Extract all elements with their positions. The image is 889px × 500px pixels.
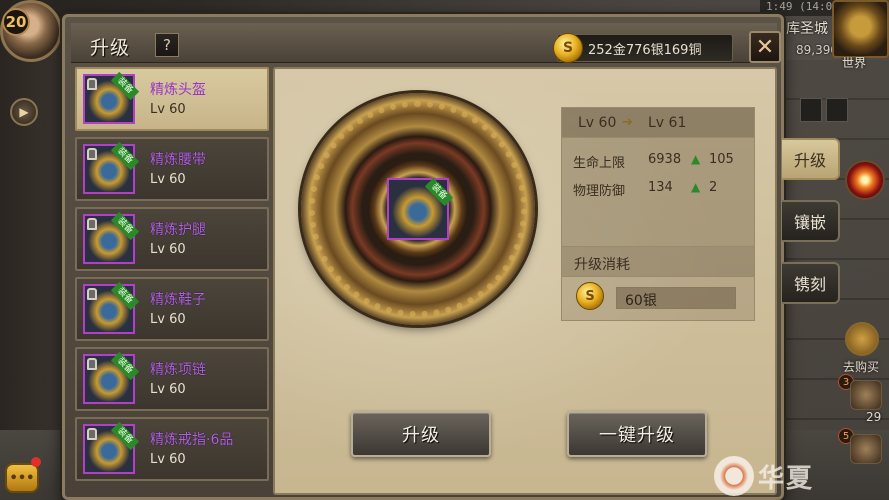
item-name: 精炼腰带 bbox=[150, 152, 206, 168]
lock-icon bbox=[87, 148, 97, 160]
watermark-text: 华夏 bbox=[758, 464, 815, 494]
resource-count: 29 bbox=[866, 410, 882, 424]
world-label: 世界 bbox=[842, 56, 867, 70]
equipment-medallion: 装备 bbox=[301, 93, 535, 325]
boots-icon: 装备 bbox=[83, 281, 140, 334]
increase-arrow-icon: ▲ bbox=[691, 152, 701, 166]
gold-coin-icon: S bbox=[553, 33, 583, 63]
city-name: 库圣城 bbox=[786, 21, 828, 37]
upgrade-button[interactable]: 升级 bbox=[351, 411, 491, 457]
selected-helmet-icon[interactable]: 装备 bbox=[387, 177, 454, 240]
equipped-tag: 装备 bbox=[110, 211, 140, 241]
upgrade-dialog: 升级 ? S 252金776银169铜 ✕ 装备 精炼头盔 Lv 60 装备 精… bbox=[62, 14, 784, 500]
stat-label: 物理防御 bbox=[573, 184, 626, 199]
stat-row-hp: 生命上限 6938 ▲ 105 bbox=[573, 152, 734, 171]
cost-title: 升级消耗 bbox=[561, 247, 755, 277]
item-level: Lv 60 bbox=[150, 172, 186, 187]
item-name: 精炼护腿 bbox=[150, 222, 206, 238]
equipped-tag: 装备 bbox=[110, 351, 140, 381]
stat-row-defense: 物理防御 134 ▲ 2 bbox=[573, 180, 717, 199]
lock-icon bbox=[87, 78, 97, 90]
list-item-ring[interactable]: 装备 精炼戒指·6品 Lv 60 bbox=[75, 417, 269, 481]
lock-icon bbox=[87, 428, 97, 440]
ring-icon: 装备 bbox=[83, 421, 140, 474]
tab-upgrade[interactable]: 升级 bbox=[782, 138, 840, 180]
necklace-icon: 装备 bbox=[83, 351, 140, 404]
increase-arrow-icon: ▲ bbox=[691, 180, 701, 194]
list-item-necklace[interactable]: 装备 精炼项链 Lv 60 bbox=[75, 347, 269, 411]
silver-coin-icon: S bbox=[576, 282, 604, 310]
dialog-title: 升级 bbox=[90, 37, 131, 59]
level-from: Lv 60 bbox=[578, 115, 617, 131]
quick-slot[interactable] bbox=[800, 98, 822, 122]
level-to: Lv 61 bbox=[648, 115, 687, 131]
chat-menu-button[interactable]: ••• bbox=[5, 457, 41, 493]
lock-icon bbox=[87, 358, 97, 370]
resource-item-icon[interactable] bbox=[850, 380, 882, 410]
chat-button-label: ••• bbox=[9, 470, 35, 486]
equipped-tag: 装备 bbox=[110, 281, 140, 311]
helmet-icon: 装备 bbox=[83, 71, 140, 124]
close-button[interactable]: ✕ bbox=[749, 31, 781, 63]
upgrade-detail-panel: 装备 Lv 60 ➔ Lv 61 生命上限 6938 ▲ 105 物理防御 13… bbox=[273, 67, 777, 495]
resource-item-icon[interactable] bbox=[850, 434, 882, 464]
item-name: 精炼项链 bbox=[150, 362, 206, 378]
stat-value: 6938 bbox=[648, 152, 682, 167]
player-level-badge: 20 bbox=[2, 8, 30, 36]
list-item-leggings[interactable]: 装备 精炼护腿 Lv 60 bbox=[75, 207, 269, 271]
tab-inlay[interactable]: 镶嵌 bbox=[782, 200, 840, 242]
hud-quick-slots bbox=[800, 98, 848, 122]
item-level: Lv 60 bbox=[150, 242, 186, 257]
equipped-tag: 装备 bbox=[424, 177, 454, 207]
item-level: Lv 60 bbox=[150, 102, 186, 117]
item-name: 精炼头盔 bbox=[150, 82, 206, 98]
help-button[interactable]: ? bbox=[155, 33, 179, 57]
event-burst-icon[interactable] bbox=[845, 160, 885, 200]
stats-box: Lv 60 ➔ Lv 61 生命上限 6938 ▲ 105 物理防御 134 ▲… bbox=[561, 107, 755, 247]
stat-label: 生命上限 bbox=[573, 156, 626, 171]
list-item-helmet[interactable]: 装备 精炼头盔 Lv 60 bbox=[75, 67, 269, 131]
dialog-titlebar: 升级 ? S 252金776银169铜 ✕ bbox=[71, 23, 781, 63]
cost-value: 60银 bbox=[616, 287, 736, 309]
shop-label[interactable]: 去购买 bbox=[843, 358, 879, 375]
stat-value: 134 bbox=[648, 180, 673, 195]
equipped-tag: 装备 bbox=[110, 141, 140, 171]
equipped-tag: 装备 bbox=[110, 71, 140, 101]
lock-icon bbox=[87, 288, 97, 300]
watermark-logo-icon bbox=[714, 456, 754, 496]
leggings-icon: 装备 bbox=[83, 211, 140, 264]
upgrade-all-button[interactable]: 一键升级 bbox=[567, 411, 707, 457]
lock-icon bbox=[87, 218, 97, 230]
notification-dot-icon bbox=[31, 457, 41, 467]
world-map-icon[interactable] bbox=[832, 0, 889, 58]
expand-arrow-icon[interactable]: ▶ bbox=[10, 98, 38, 126]
quick-slot[interactable] bbox=[826, 98, 848, 122]
cost-row: S 60银 bbox=[561, 277, 755, 321]
stat-increase: 2 bbox=[709, 180, 718, 195]
level-change-row: Lv 60 ➔ Lv 61 bbox=[562, 108, 754, 138]
item-name: 精炼鞋子 bbox=[150, 292, 206, 308]
list-item-belt[interactable]: 装备 精炼腰带 Lv 60 bbox=[75, 137, 269, 201]
item-level: Lv 60 bbox=[150, 452, 186, 467]
belt-icon: 装备 bbox=[83, 141, 140, 194]
shop-icon[interactable] bbox=[845, 322, 879, 356]
currency-display: S 252金776银169铜 bbox=[553, 33, 733, 63]
equipped-tag: 装备 bbox=[110, 421, 140, 451]
item-name: 精炼戒指·6品 bbox=[150, 432, 234, 448]
item-level: Lv 60 bbox=[150, 382, 186, 397]
arrow-right-icon: ➔ bbox=[622, 115, 633, 130]
tab-engrave[interactable]: 镌刻 bbox=[782, 262, 840, 304]
item-level: Lv 60 bbox=[150, 312, 186, 327]
currency-amount: 252金776银169铜 bbox=[588, 42, 702, 58]
list-item-boots[interactable]: 装备 精炼鞋子 Lv 60 bbox=[75, 277, 269, 341]
stat-increase: 105 bbox=[709, 152, 734, 167]
